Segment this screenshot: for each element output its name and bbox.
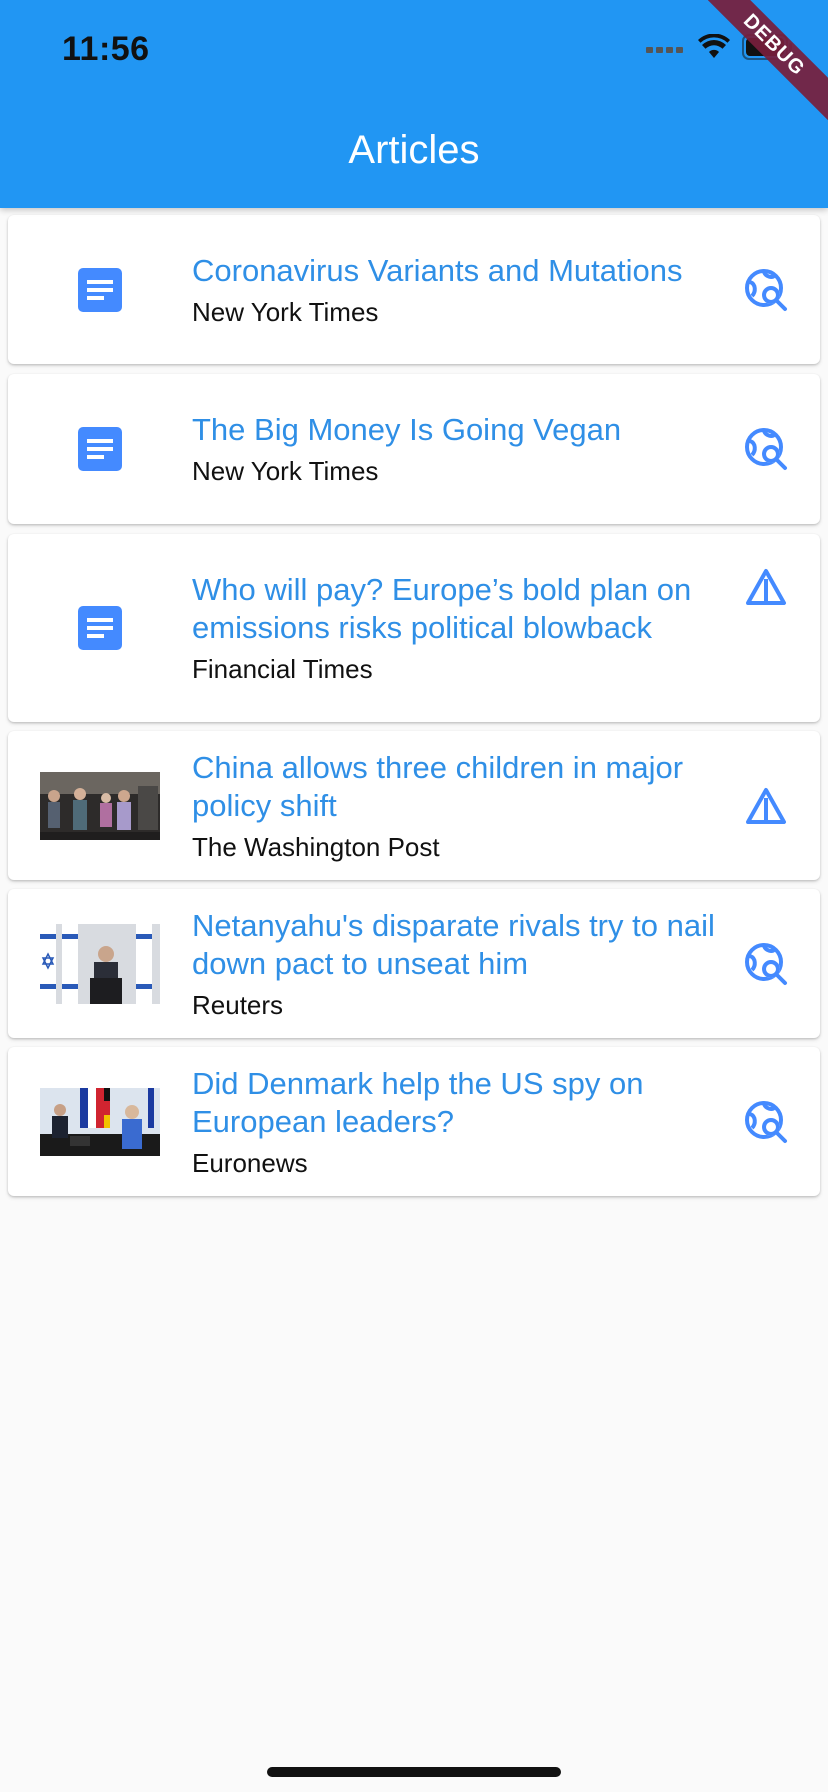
article-text: Coronavirus Variants and Mutations New Y…: [192, 215, 722, 364]
article-title[interactable]: Did Denmark help the US spy on European …: [192, 1065, 722, 1141]
article-source: New York Times: [192, 456, 379, 486]
article-card[interactable]: China allows three children in major pol…: [8, 731, 820, 880]
article-leading: [40, 1047, 160, 1196]
debug-banner: DEBUG: [708, 0, 828, 120]
article-icon: [78, 606, 122, 650]
home-indicator[interactable]: [267, 1767, 561, 1777]
article-leading: [40, 731, 160, 880]
article-trailing[interactable]: [738, 374, 794, 524]
article-title[interactable]: China allows three children in major pol…: [192, 749, 722, 825]
article-trailing[interactable]: [738, 889, 794, 1038]
article-source: The Washington Post: [192, 831, 440, 862]
article-text: Did Denmark help the US spy on European …: [192, 1047, 722, 1196]
app-bar: 11:56 Articles: [0, 0, 828, 208]
article-icon: [78, 267, 122, 312]
article-text: Netanyahu's disparate rivals try to nail…: [192, 889, 722, 1038]
article-source: Euronews: [192, 1147, 308, 1178]
article-card[interactable]: Did Denmark help the US spy on European …: [8, 1047, 820, 1196]
article-title[interactable]: Coronavirus Variants and Mutations: [192, 252, 722, 290]
article-source: New York Times: [192, 296, 379, 327]
travel-explore-icon[interactable]: [744, 942, 788, 986]
article-card[interactable]: Netanyahu's disparate rivals try to nail…: [8, 889, 820, 1038]
article-text: The Big Money Is Going Vegan New York Ti…: [192, 374, 722, 524]
article-text: Who will pay? Europe’s bold plan on emis…: [192, 534, 722, 722]
article-leading: [40, 215, 160, 364]
article-card[interactable]: Who will pay? Europe’s bold plan on emis…: [8, 534, 820, 722]
article-title[interactable]: Who will pay? Europe’s bold plan on emis…: [192, 571, 722, 647]
cellular-signal-icon: [646, 47, 683, 53]
travel-explore-icon[interactable]: [744, 427, 788, 471]
debug-banner-label: DEBUG: [708, 0, 828, 120]
article-title[interactable]: Netanyahu's disparate rivals try to nail…: [192, 907, 722, 983]
travel-explore-icon[interactable]: [744, 268, 788, 312]
article-trailing[interactable]: [738, 215, 794, 364]
article-source: Reuters: [192, 989, 284, 1020]
article-leading: [40, 374, 160, 524]
article-text: China allows three children in major pol…: [192, 731, 722, 880]
article-thumbnail-image: [40, 771, 160, 840]
article-card[interactable]: Coronavirus Variants and Mutations New Y…: [8, 215, 820, 364]
article-title[interactable]: The Big Money Is Going Vegan: [192, 411, 722, 449]
article-trailing[interactable]: [738, 731, 794, 880]
change-history-icon[interactable]: [745, 568, 787, 606]
status-time: 11:56: [62, 30, 150, 68]
article-card[interactable]: The Big Money Is Going Vegan New York Ti…: [8, 374, 820, 524]
article-icon: [78, 427, 122, 471]
travel-explore-icon[interactable]: [744, 1100, 788, 1144]
article-thumbnail-image: [40, 923, 160, 1004]
article-leading: [40, 534, 160, 722]
article-trailing[interactable]: [738, 568, 794, 606]
article-thumbnail-image: [40, 1087, 160, 1156]
change-history-icon[interactable]: [745, 787, 787, 825]
page-title: Articles: [348, 128, 480, 172]
article-trailing[interactable]: [738, 1047, 794, 1196]
article-source: Financial Times: [192, 654, 373, 684]
article-leading: [40, 889, 160, 1038]
